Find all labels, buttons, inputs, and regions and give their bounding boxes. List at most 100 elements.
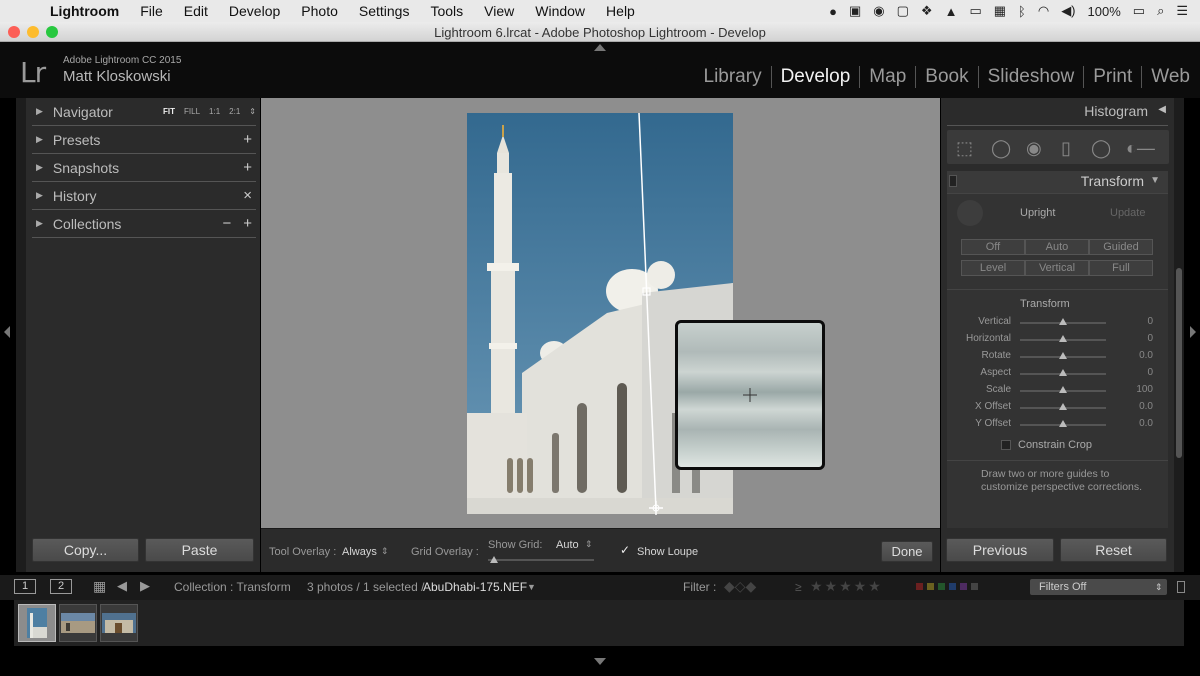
upright-off-button[interactable]: Off <box>961 239 1025 255</box>
updown-icon[interactable]: ⇕ <box>1155 582 1163 593</box>
spotlight-search-icon[interactable]: ⌕ <box>1157 3 1164 19</box>
crop-tool-icon[interactable]: ⬚ <box>956 138 973 159</box>
previous-button[interactable]: Previous <box>946 538 1054 562</box>
menu-tools[interactable]: Tools <box>430 3 463 19</box>
menu-window[interactable]: Window <box>535 3 585 19</box>
green-label-icon[interactable] <box>938 583 945 590</box>
add-snapshot-icon[interactable]: + <box>243 159 252 176</box>
menu-help[interactable]: Help <box>606 3 635 19</box>
filmstrip-thumb-1[interactable] <box>18 604 56 642</box>
grid-opacity-slider[interactable] <box>488 559 594 561</box>
reset-button[interactable]: Reset <box>1060 538 1167 562</box>
bluetooth-icon[interactable]: ᛒ <box>1018 4 1026 19</box>
battery-icon[interactable]: ▭ <box>1133 3 1145 19</box>
collapse-triangle-icon[interactable]: ◀ <box>1158 104 1166 115</box>
menu-edit[interactable]: Edit <box>184 3 208 19</box>
slider-knob[interactable] <box>1059 403 1067 410</box>
left-panel-scrollbar[interactable] <box>16 98 26 572</box>
yellow-label-icon[interactable] <box>927 583 934 590</box>
show-loupe-checkbox[interactable]: ✓ <box>620 544 632 556</box>
collections-header[interactable]: ▶ Collections − + <box>32 210 256 238</box>
forward-arrow-icon[interactable]: ▶ <box>140 578 150 594</box>
slider-knob[interactable] <box>1059 420 1067 427</box>
drive-icon[interactable]: ▲ <box>945 4 958 19</box>
collection-source[interactable]: Collection : Transform <box>174 580 291 594</box>
right-panel-scrollbar[interactable] <box>1174 98 1184 572</box>
main-screen-button[interactable]: 1 <box>14 579 36 594</box>
radial-filter-icon[interactable]: ◯ <box>1091 138 1111 159</box>
panel-switch-icon[interactable] <box>949 175 957 187</box>
notification-center-icon[interactable]: ☰ <box>1176 3 1188 19</box>
menu-view[interactable]: View <box>484 3 514 19</box>
color-label-filter-icons[interactable] <box>916 583 978 590</box>
flag-filter-icons[interactable]: ◆◇◆ <box>724 578 756 595</box>
keyboard-icon[interactable]: ▦ <box>994 3 1006 19</box>
slider-value[interactable]: 100 <box>1136 384 1153 395</box>
menu-file[interactable]: File <box>140 3 163 19</box>
star-rating-filter-icons[interactable]: ★★★★★ <box>810 578 883 595</box>
grid-view-icon[interactable]: ▦ <box>93 578 106 595</box>
zoom-more-icon[interactable]: ⇕ <box>249 107 256 116</box>
update-button[interactable]: Update <box>1110 207 1145 219</box>
airplay-icon[interactable]: ▭ <box>969 3 981 19</box>
module-slideshow[interactable]: Slideshow <box>979 66 1085 88</box>
module-map[interactable]: Map <box>860 66 917 88</box>
slider-value[interactable]: 0 <box>1147 333 1153 344</box>
paste-settings-button[interactable]: Paste <box>145 538 254 562</box>
slider-knob[interactable] <box>1059 335 1067 342</box>
right-panel-toggle-icon[interactable] <box>1190 326 1196 338</box>
expand-triangle-icon[interactable]: ▼ <box>1150 175 1160 186</box>
wifi-icon[interactable]: ◠ <box>1038 3 1049 19</box>
slider-horizontal[interactable]: Horizontal 0 <box>947 331 1168 348</box>
creative-cloud-icon[interactable]: ● <box>829 4 837 19</box>
filename-dropdown-icon[interactable]: ▼ <box>527 582 536 592</box>
tool-overlay-select[interactable]: Always <box>342 546 377 558</box>
no-label-icon[interactable] <box>971 583 978 590</box>
slider-scale[interactable]: Scale 100 <box>947 382 1168 399</box>
rating-operator-icon[interactable]: ≥ <box>795 580 802 594</box>
transform-header[interactable]: Transform ▼ <box>947 171 1168 193</box>
image-canvas[interactable] <box>261 98 940 528</box>
remove-collection-icon[interactable]: − <box>222 215 231 232</box>
filmstrip-lock-icon[interactable] <box>1177 581 1185 593</box>
add-collection-icon[interactable]: + <box>243 215 252 232</box>
menu-photo[interactable]: Photo <box>301 3 338 19</box>
zoom-2-1[interactable]: 2:1 <box>229 107 240 116</box>
upright-level-button[interactable]: Level <box>961 260 1025 276</box>
spot-removal-icon[interactable]: ◯ <box>991 138 1011 159</box>
dropbox-icon[interactable]: ❖ <box>921 3 933 19</box>
slider-value[interactable]: 0.0 <box>1139 350 1153 361</box>
module-library[interactable]: Library <box>695 66 772 88</box>
copy-settings-button[interactable]: Copy... <box>32 538 139 562</box>
module-web[interactable]: Web <box>1142 66 1190 88</box>
slider-knob[interactable] <box>1059 318 1067 325</box>
upright-vertical-button[interactable]: Vertical <box>1025 260 1089 276</box>
volume-icon[interactable]: ◀) <box>1061 3 1075 19</box>
slider-value[interactable]: 0 <box>1147 367 1153 378</box>
display-icon[interactable]: ▢ <box>897 3 909 19</box>
screen-record-icon[interactable]: ▣ <box>849 3 861 19</box>
histogram-header[interactable]: Histogram <box>1084 103 1148 119</box>
filmstrip-toggle-icon[interactable] <box>594 658 606 665</box>
clear-history-icon[interactable]: × <box>243 187 252 204</box>
graduated-filter-icon[interactable]: ▯ <box>1061 138 1071 159</box>
slider-value[interactable]: 0 <box>1147 316 1153 327</box>
second-screen-button[interactable]: 2 <box>50 579 72 594</box>
upright-full-button[interactable]: Full <box>1089 260 1153 276</box>
slider-rotate[interactable]: Rotate 0.0 <box>947 348 1168 365</box>
slider-value[interactable]: 0.0 <box>1139 418 1153 429</box>
zoom-fill[interactable]: FILL <box>184 107 200 116</box>
presets-header[interactable]: ▶ Presets + <box>32 126 256 154</box>
adjustment-brush-icon[interactable]: ◐— <box>1126 138 1155 159</box>
zoom-fit[interactable]: FIT <box>163 107 175 116</box>
add-preset-icon[interactable]: + <box>243 131 252 148</box>
slider-aspect[interactable]: Aspect 0 <box>947 365 1168 382</box>
module-book[interactable]: Book <box>916 66 979 88</box>
zoom-1-1[interactable]: 1:1 <box>209 107 220 116</box>
show-grid-select[interactable]: Auto <box>556 539 579 551</box>
scrollbar-thumb[interactable] <box>1176 268 1182 458</box>
module-develop[interactable]: Develop <box>772 66 861 88</box>
red-label-icon[interactable] <box>916 583 923 590</box>
filmstrip-thumb-2[interactable] <box>59 604 97 642</box>
filmstrip-thumb-3[interactable] <box>100 604 138 642</box>
